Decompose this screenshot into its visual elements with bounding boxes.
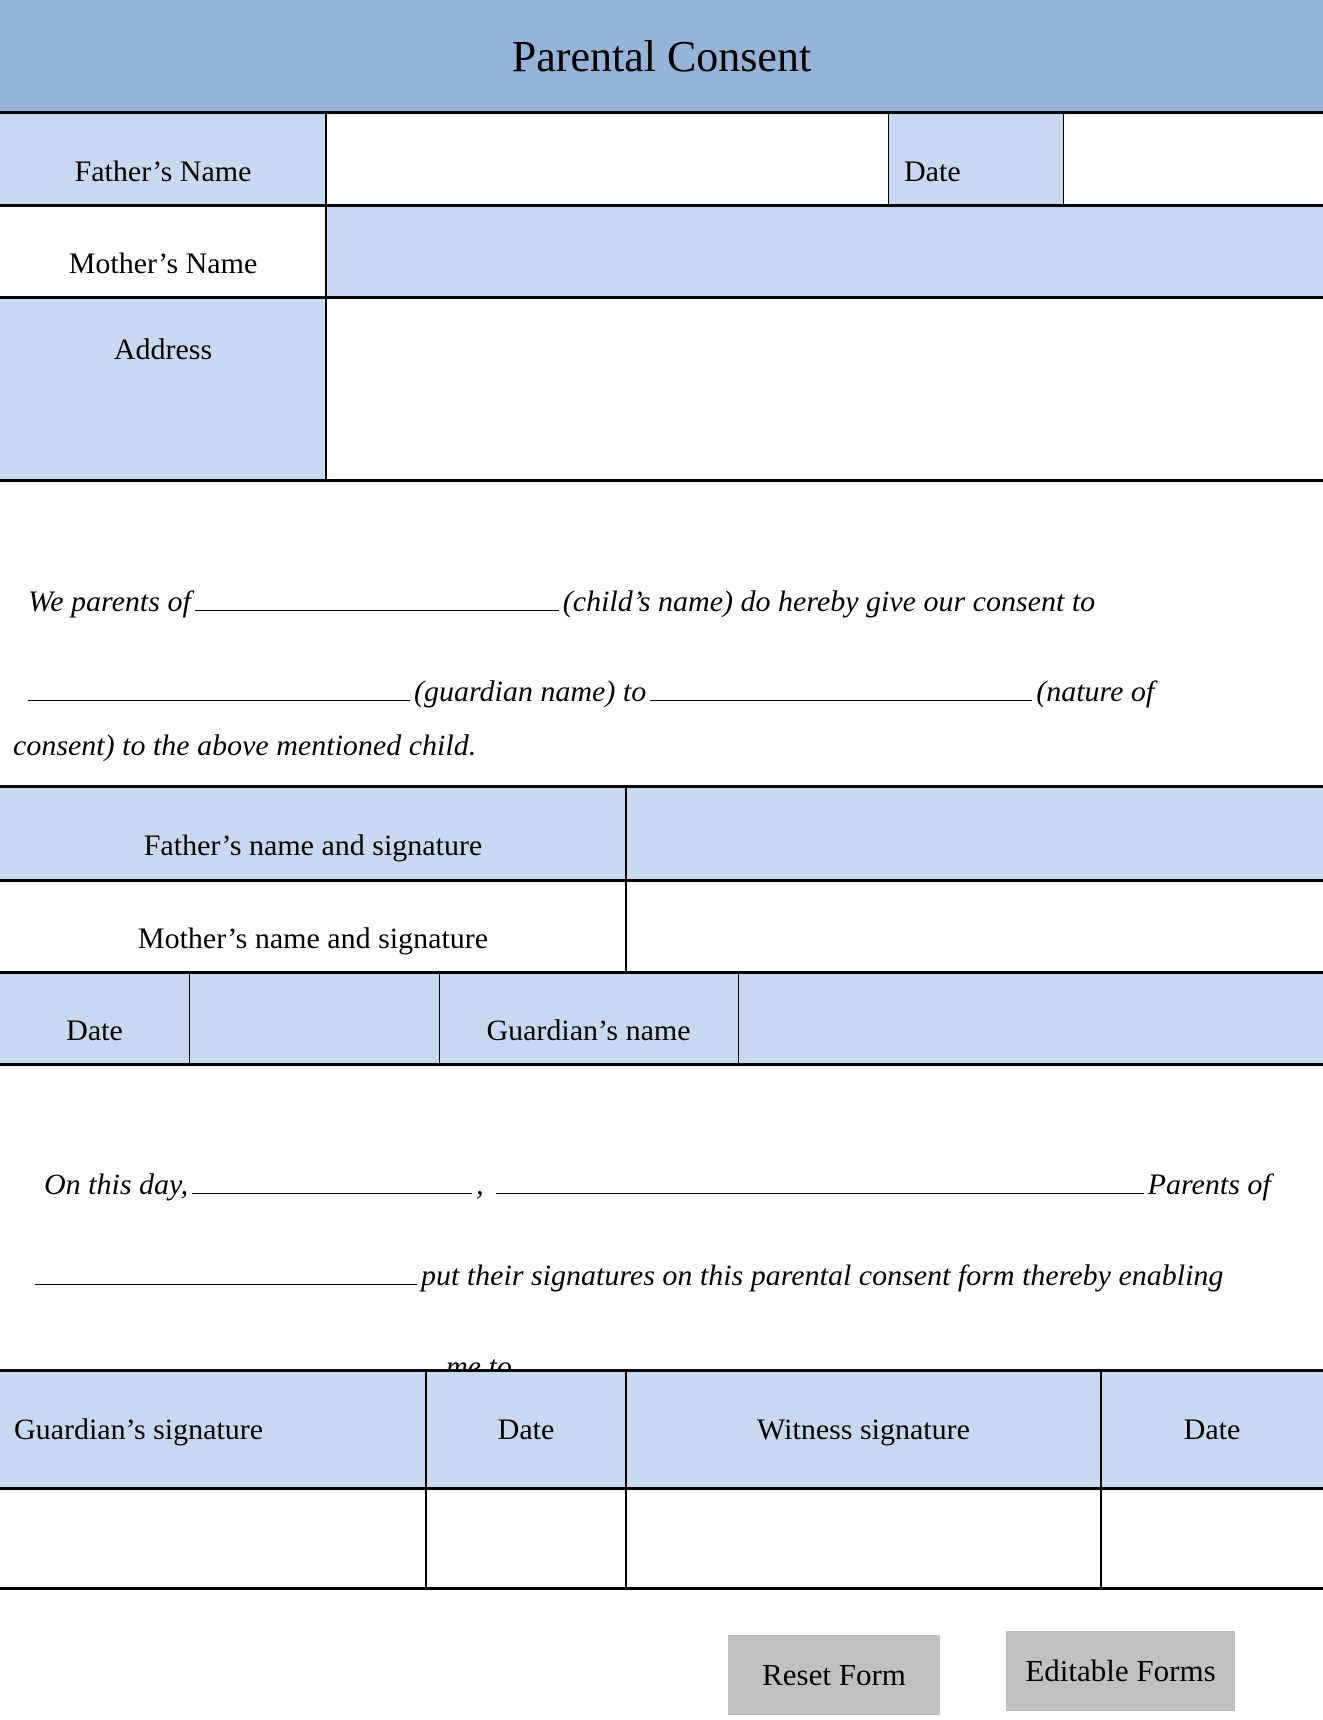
child-name-blank-2[interactable]	[35, 1256, 417, 1285]
divider	[625, 1371, 627, 1588]
date-input-3[interactable]	[428, 1491, 624, 1587]
statement-line-1: On this day,, Parents of	[29, 1131, 1271, 1202]
form-header: Parental Consent	[0, 0, 1323, 113]
fathers-name-input[interactable]	[330, 116, 886, 204]
divider	[0, 1487, 1323, 1490]
guardian-sig-header: Guardian’s signature	[14, 1412, 264, 1446]
reset-form-button[interactable]: Reset Form	[728, 1635, 940, 1715]
editable-forms-button[interactable]: Editable Forms	[1006, 1631, 1235, 1711]
address-input[interactable]	[330, 300, 1320, 478]
witness-sig-input[interactable]	[628, 1491, 1099, 1587]
divider	[0, 1369, 1323, 1372]
date-input-2[interactable]	[192, 975, 437, 1063]
divider	[439, 972, 440, 1064]
statement-text: ,	[476, 1168, 484, 1201]
address-label-bg	[0, 297, 326, 480]
address-label: Address	[113, 333, 213, 366]
divider	[738, 972, 739, 1064]
date-header-1: Date	[497, 1412, 555, 1446]
mother-sig-input[interactable]	[630, 883, 1320, 971]
divider	[1100, 1371, 1102, 1588]
mothers-name-input[interactable]	[330, 208, 1320, 296]
guardian-name-input[interactable]	[741, 975, 1321, 1063]
statement-text: put their signatures on this parental co…	[421, 1259, 1224, 1292]
divider	[1063, 113, 1064, 205]
divider	[0, 971, 1323, 974]
divider	[0, 785, 1323, 788]
father-sig-input[interactable]	[630, 790, 1320, 878]
divider	[888, 113, 889, 205]
consent-text: (guardian name) to	[414, 675, 647, 708]
divider	[0, 296, 1323, 299]
date-input-4[interactable]	[1103, 1491, 1321, 1587]
divider	[0, 879, 1323, 882]
consent-line-3: consent) to the above mentioned child.	[13, 729, 477, 762]
nature-of-consent-blank[interactable]	[650, 672, 1033, 701]
consent-line-1: We parents of (child’s name) do hereby gi…	[13, 548, 1095, 619]
day-blank[interactable]	[192, 1165, 473, 1194]
consent-text: We parents of	[28, 585, 191, 618]
date-input-1[interactable]	[1066, 116, 1321, 204]
divider	[325, 113, 327, 480]
guardian-sig-input[interactable]	[2, 1491, 424, 1587]
consent-text: (child’s name) do hereby give our consen…	[562, 585, 1096, 618]
divider	[0, 111, 1323, 114]
statement-text: Parents of	[1147, 1168, 1271, 1201]
divider	[425, 1371, 427, 1588]
childs-name-blank[interactable]	[194, 582, 559, 611]
parents-names-blank[interactable]	[495, 1165, 1144, 1194]
divider	[0, 1587, 1323, 1590]
witness-sig-header: Witness signature	[757, 1412, 970, 1446]
divider	[0, 1063, 1323, 1066]
divider	[0, 479, 1323, 482]
statement-line-2: put their signatures on this parental co…	[20, 1222, 1223, 1293]
divider	[189, 972, 190, 1064]
guardian-name-blank[interactable]	[28, 672, 410, 701]
date-header-2: Date	[1183, 1412, 1241, 1446]
consent-text: (nature of	[1036, 675, 1155, 708]
divider	[0, 204, 1323, 207]
page-title: Parental Consent	[511, 32, 812, 81]
consent-line-2: (guardian name) to (nature of	[13, 638, 1154, 709]
divider	[625, 787, 627, 972]
statement-text: On this day,	[44, 1168, 189, 1201]
